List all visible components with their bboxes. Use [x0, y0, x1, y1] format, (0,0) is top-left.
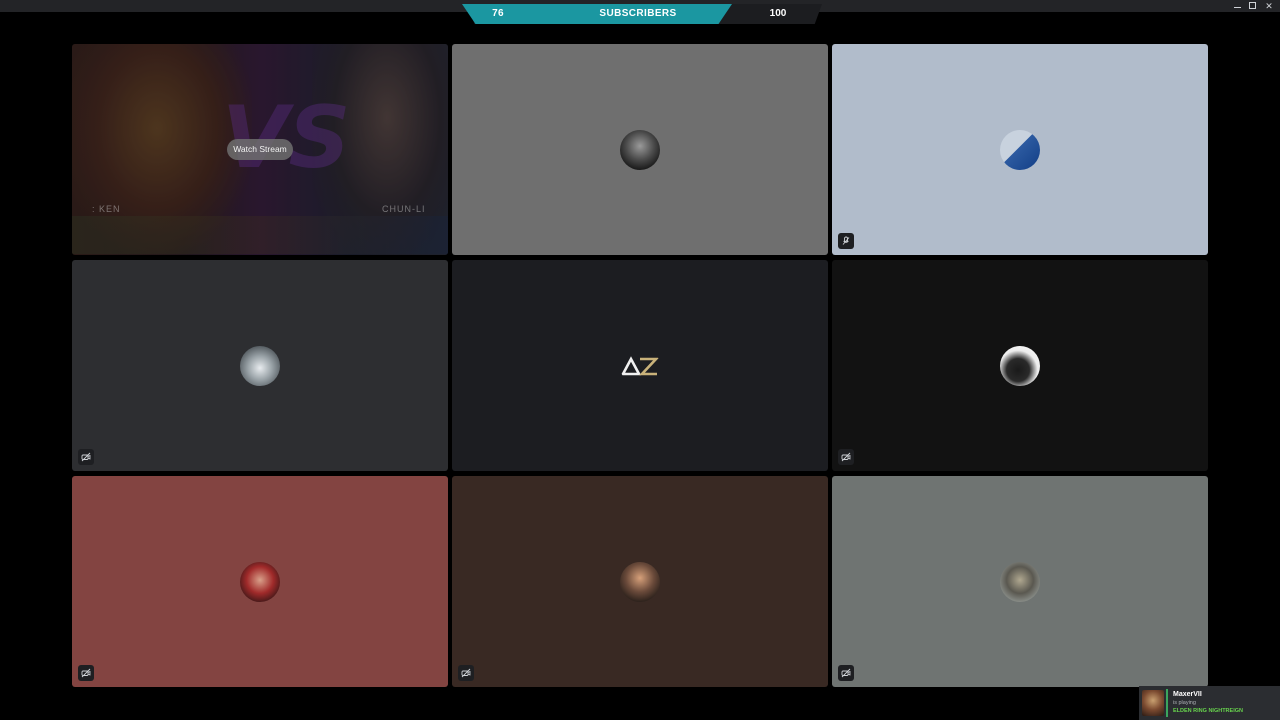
activity-username: MaxerVII: [1173, 691, 1202, 698]
stream-player-left-name: : KEN: [92, 204, 121, 214]
stream-tile[interactable]: VS : KEN CHUN-LI Watch Stream: [72, 44, 448, 255]
activity-accent-bar: [1166, 689, 1168, 717]
mic-off-icon: [838, 233, 854, 249]
camera-off-icon: [78, 449, 94, 465]
subscriber-count: 76: [492, 8, 504, 19]
close-button[interactable]: ✕: [1264, 1, 1274, 11]
subscriber-label: SUBSCRIBERS: [599, 8, 677, 19]
participant-tile[interactable]: [452, 476, 828, 687]
user-avatar-icon: [620, 130, 660, 170]
activity-game-name: ELDEN RING NIGHTREIGN: [1173, 708, 1243, 714]
user-avatar-icon: [240, 562, 280, 602]
participant-tile[interactable]: [72, 260, 448, 471]
minimize-button[interactable]: [1234, 2, 1241, 8]
user-avatar-icon: [240, 346, 280, 386]
watch-stream-button[interactable]: Watch Stream: [227, 139, 293, 160]
participant-tile[interactable]: [452, 44, 828, 255]
az-logo-icon: [620, 356, 659, 376]
user-avatar-icon: [1000, 562, 1040, 602]
maximize-button[interactable]: [1249, 2, 1256, 9]
participant-tile[interactable]: [832, 260, 1208, 471]
participant-tile[interactable]: [452, 260, 828, 471]
camera-off-icon: [458, 665, 474, 681]
game-cover-image: [1142, 690, 1164, 716]
camera-off-icon: [838, 665, 854, 681]
participant-tile[interactable]: [72, 476, 448, 687]
activity-status: is playing: [1173, 700, 1196, 706]
stream-player-right-name: CHUN-LI: [382, 204, 426, 214]
user-avatar-logo: [620, 346, 660, 386]
user-avatar-icon: [620, 562, 660, 602]
activity-toast[interactable]: MaxerVII is playing ELDEN RING NIGHTREIG…: [1139, 686, 1280, 720]
participant-tile[interactable]: [832, 44, 1208, 255]
subscriber-goal: 100: [769, 8, 787, 19]
camera-off-icon: [78, 665, 94, 681]
user-avatar-icon: [1000, 346, 1040, 386]
window-controls: ✕: [1234, 1, 1274, 11]
camera-off-icon: [838, 449, 854, 465]
participant-tile[interactable]: [832, 476, 1208, 687]
user-avatar-icon: [1000, 130, 1040, 170]
